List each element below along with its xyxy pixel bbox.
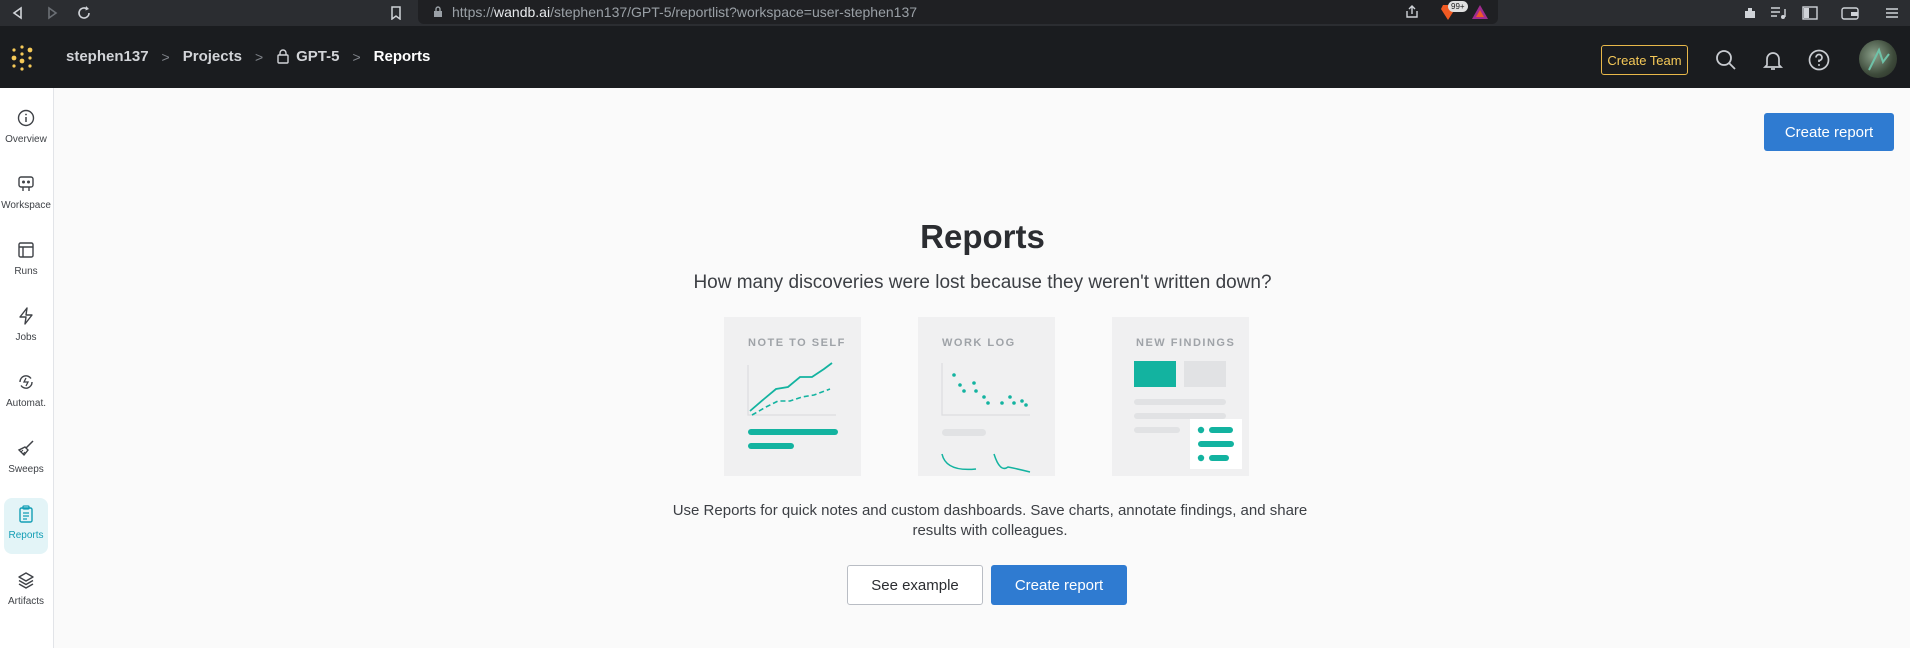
description-line: Use Reports for quick notes and custom d… <box>672 502 1308 519</box>
breadcrumb-user[interactable]: stephen137 <box>66 48 149 65</box>
broom-icon <box>17 440 34 457</box>
address-bar[interactable]: https://wandb.ai/stephen137/GPT-5/report… <box>418 0 1498 24</box>
search-icon[interactable] <box>1714 48 1738 72</box>
share-icon[interactable] <box>1402 2 1422 22</box>
avatar[interactable] <box>1859 40 1897 78</box>
create-report-button[interactable]: Create report <box>991 565 1127 605</box>
extensions-icon[interactable] <box>1740 3 1760 23</box>
sidebar-item-runs[interactable]: Runs <box>4 234 48 290</box>
breadcrumb-separator-icon: > <box>352 48 361 65</box>
lock-icon <box>277 49 289 64</box>
sidebar-item-label: Overview <box>5 134 47 145</box>
create-report-button-top[interactable]: Create report <box>1764 113 1894 151</box>
breadcrumb: stephen137 > Projects > GPT-5 > Reports <box>66 48 430 65</box>
breadcrumb-current: Reports <box>373 48 431 65</box>
illustration-new-findings: NEW FINDINGS <box>1112 317 1249 476</box>
illustration-note-to-self: NOTE TO SELF <box>724 317 861 476</box>
see-example-button[interactable]: See example <box>847 565 983 605</box>
info-icon <box>17 109 35 127</box>
breadcrumb-separator-icon: > <box>254 48 264 65</box>
layers-icon <box>18 572 34 589</box>
breadcrumb-project[interactable]: GPT-5 <box>296 48 339 65</box>
app-header: stephen137 > Projects > GPT-5 > Reports … <box>0 26 1910 88</box>
sidebar-item-label: Reports <box>8 530 44 541</box>
illustration-work-log: WORK LOG <box>918 317 1055 476</box>
sidebar-item-label: Artifacts <box>7 596 45 607</box>
workspace-icon <box>18 176 34 191</box>
sidebar-item-label: Automat. <box>5 398 47 409</box>
sidebar-item-automations[interactable]: Automat. <box>4 366 48 422</box>
wandb-logo-icon[interactable] <box>10 44 38 72</box>
url-text: https://wandb.ai/stephen137/GPT-5/report… <box>452 4 918 20</box>
sidebar-item-jobs[interactable]: Jobs <box>4 300 48 356</box>
lightning-icon <box>19 307 33 325</box>
sidebar-item-label: Workspace <box>1 200 51 211</box>
sidebar-item-label: Jobs <box>15 332 37 343</box>
playlist-icon[interactable] <box>1768 3 1788 23</box>
description-text: Use Reports for quick notes and custom d… <box>660 501 1320 541</box>
sidebar-item-reports[interactable]: Reports <box>4 498 48 554</box>
browser-toolbar: https://wandb.ai/stephen137/GPT-5/report… <box>0 0 1910 26</box>
lock-icon <box>428 2 448 22</box>
breadcrumb-separator-icon: > <box>161 48 170 65</box>
sidebar-item-sweeps[interactable]: Sweeps <box>4 432 48 488</box>
table-icon <box>18 242 34 258</box>
main-content: Create report Reports How many discoveri… <box>55 88 1910 648</box>
sidebar-item-artifacts[interactable]: Artifacts <box>4 564 48 620</box>
shield-badge: 99+ <box>1448 1 1468 12</box>
help-icon[interactable] <box>1807 48 1831 72</box>
bookmark-icon[interactable] <box>386 3 406 23</box>
wallet-icon[interactable] <box>1840 3 1860 23</box>
breadcrumb-projects[interactable]: Projects <box>183 48 242 65</box>
automation-icon <box>19 375 33 389</box>
clipboard-icon <box>19 505 33 523</box>
sidebar-item-workspace[interactable]: Workspace <box>1 168 51 224</box>
reload-icon[interactable] <box>74 3 94 23</box>
bell-icon[interactable] <box>1761 48 1785 72</box>
back-icon[interactable] <box>8 3 28 23</box>
findings-illustration-icon <box>1134 361 1242 469</box>
menu-icon[interactable] <box>1882 3 1902 23</box>
page-subtitle: How many discoveries were lost because t… <box>693 272 1272 293</box>
brave-rewards-icon[interactable] <box>1470 2 1490 22</box>
forward-icon[interactable] <box>42 3 62 23</box>
page-title: Reports <box>920 218 1045 255</box>
sidebar: Overview Workspace Runs Jobs Automat. Sw… <box>0 88 54 648</box>
sidebar-icon[interactable] <box>1800 3 1820 23</box>
description-line: results with colleagues. <box>912 522 1068 539</box>
scatter-chart-illustration-icon <box>941 363 1031 473</box>
sidebar-item-label: Sweeps <box>8 464 44 475</box>
sidebar-item-label: Runs <box>14 266 38 277</box>
line-chart-illustration-icon <box>747 362 838 449</box>
sidebar-item-overview[interactable]: Overview <box>4 102 48 158</box>
create-team-button[interactable]: Create Team <box>1601 45 1688 75</box>
